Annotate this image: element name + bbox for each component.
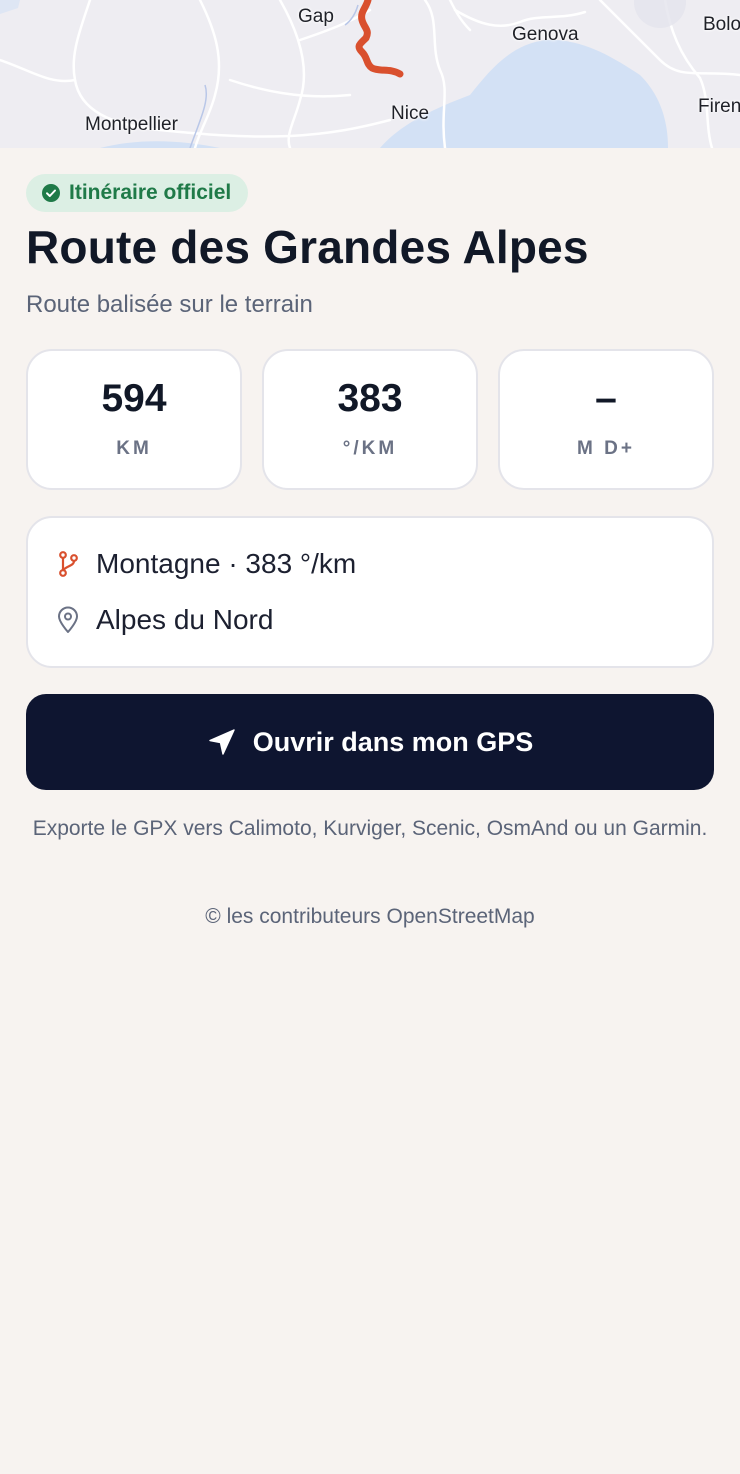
- route-region-text: Alpes du Nord: [96, 604, 274, 635]
- stat-value: 594: [101, 377, 167, 420]
- map-city-genova: Genova: [512, 24, 579, 45]
- stat-value: –: [595, 377, 617, 420]
- open-in-gps-button[interactable]: Ouvrir dans mon GPS: [26, 694, 714, 790]
- stat-card-distance: 594 KM: [26, 349, 242, 490]
- map-city-gap: Gap: [298, 6, 334, 27]
- route-map[interactable]: Gap Genova Bolo Montpellier Nice Firen: [0, 0, 740, 148]
- stat-value: 383: [337, 377, 403, 420]
- map-city-nice: Nice: [391, 103, 430, 124]
- osm-attribution: © les contributeurs OpenStreetMap: [205, 905, 535, 928]
- stat-unit: KM: [116, 438, 152, 459]
- stat-card-curvature: 383 °/KM: [262, 349, 478, 490]
- route-fork-icon: [59, 551, 78, 577]
- stat-unit: °/KM: [342, 438, 398, 459]
- route-subtitle: Route balisée sur le terrain: [26, 291, 313, 318]
- map-city-montpellier: Montpellier: [85, 114, 178, 135]
- stats-row: 594 KM 383 °/KM – M D+: [26, 349, 714, 490]
- route-title: Route des Grandes Alpes: [26, 221, 589, 273]
- export-note: Exporte le GPX vers Calimoto, Kurviger, …: [32, 817, 708, 840]
- open-in-gps-label: Ouvrir dans mon GPS: [252, 726, 534, 757]
- map-city-bologna: Bolo: [703, 14, 740, 35]
- route-trace: [355, 0, 404, 78]
- check-circle-icon: [42, 184, 60, 202]
- navigation-arrow-icon: [208, 729, 235, 755]
- stat-unit: M D+: [577, 438, 635, 459]
- map-city-firenze: Firen: [698, 96, 740, 117]
- info-row-type: Montagne · 383 °/km: [56, 548, 356, 580]
- route-info-card: Montagne · 383 °/km Alpes du Nord: [26, 516, 714, 668]
- info-row-region: Alpes du Nord: [56, 604, 273, 636]
- official-route-badge: Itinéraire officiel: [26, 174, 249, 212]
- route-type-text: Montagne · 383 °/km: [96, 548, 357, 579]
- stat-card-elevation: – M D+: [498, 349, 714, 490]
- map-pin-icon: [58, 606, 78, 633]
- badge-label: Itinéraire officiel: [69, 181, 232, 204]
